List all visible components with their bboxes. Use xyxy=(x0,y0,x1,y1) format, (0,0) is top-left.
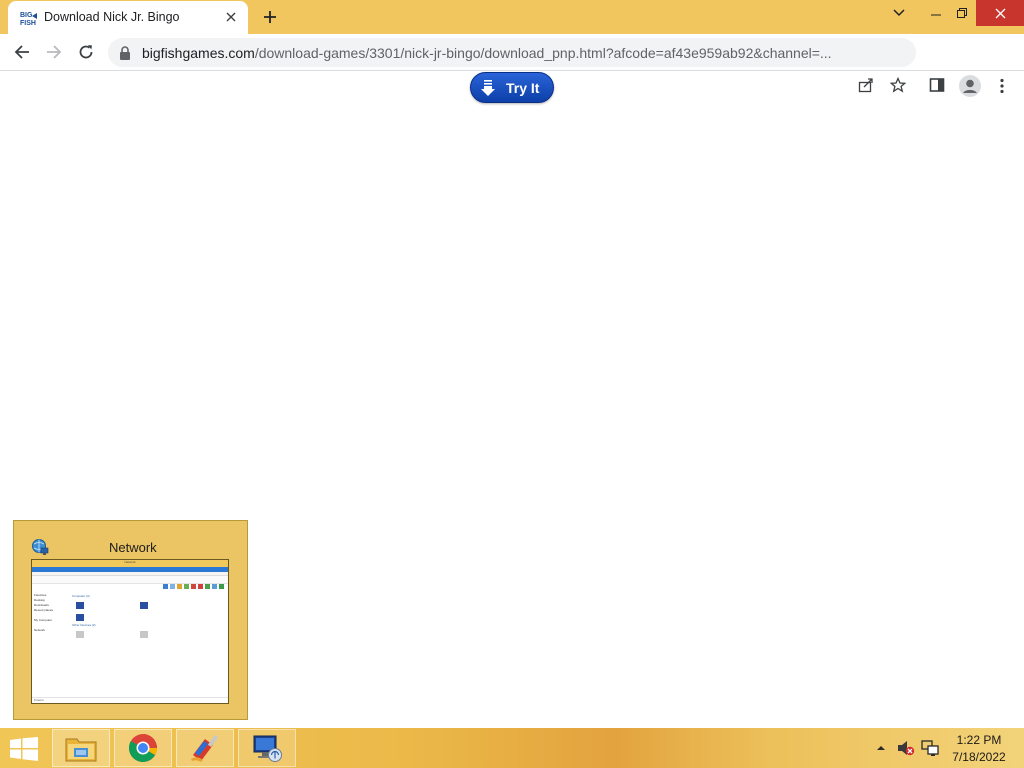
try-it-button[interactable]: Try It xyxy=(470,72,554,103)
chevron-down-icon xyxy=(893,9,905,17)
thumbnail-title: Network xyxy=(109,540,157,555)
thumbnail-window-snapshot: Network Favorites Desktop Downloads Rece… xyxy=(31,559,229,704)
mini-toolbar xyxy=(163,584,224,590)
mini-group-other: Other Devices (2) xyxy=(72,623,96,627)
mini-computer-item xyxy=(76,614,84,621)
bookmark-button[interactable] xyxy=(887,72,909,98)
mini-group-computers: Computer (3) xyxy=(72,594,90,598)
network-icon xyxy=(253,735,282,762)
browser-menu-button[interactable] xyxy=(994,74,1010,98)
forward-button[interactable] xyxy=(40,38,68,66)
windows-start-icon[interactable] xyxy=(10,737,38,761)
lock-icon[interactable] xyxy=(118,45,132,61)
mini-navigation-pane: Favorites Desktop Downloads Recent place… xyxy=(34,593,68,693)
mini-computer-item xyxy=(76,602,84,609)
arrow-right-icon xyxy=(47,45,62,59)
network-icon xyxy=(32,539,49,555)
mini-nav-item: Network xyxy=(34,628,46,632)
share-button[interactable] xyxy=(855,72,877,98)
tab-title: Download Nick Jr. Bingo xyxy=(44,10,180,24)
url-path: /download-games/3301/nick-jr-bingo/downl… xyxy=(254,45,832,61)
arrow-left-icon xyxy=(14,45,29,59)
new-tab-button[interactable] xyxy=(258,6,282,28)
volume-muted-icon[interactable] xyxy=(897,740,915,756)
tab-strip: BIG FISH Download Nick Jr. Bingo xyxy=(0,0,1024,34)
mini-computer-item xyxy=(140,602,148,609)
taskbar-file-explorer[interactable] xyxy=(52,729,110,767)
share-icon xyxy=(858,78,873,93)
minimize-icon xyxy=(931,14,941,16)
taskbar-chrome[interactable] xyxy=(114,729,172,767)
close-window-button[interactable] xyxy=(976,0,1024,26)
close-icon xyxy=(995,8,1005,18)
chrome-icon xyxy=(129,734,157,762)
address-bar[interactable]: bigfishgames.com/download-games/3301/nic… xyxy=(108,38,916,67)
star-icon xyxy=(890,77,906,93)
mini-device-item xyxy=(140,631,148,638)
bigfish-logo-icon: BIG FISH xyxy=(20,10,38,26)
mini-address-bar xyxy=(32,576,228,584)
try-it-label: Try It xyxy=(506,79,540,96)
network-tray-icon[interactable] xyxy=(921,740,939,756)
kebab-menu-icon xyxy=(1000,78,1004,94)
mini-status-bar: 5 items xyxy=(32,697,228,703)
windows-taskbar xyxy=(0,728,1024,768)
back-button[interactable] xyxy=(8,38,36,66)
clock-time[interactable]: 1:22 PM xyxy=(944,733,1014,747)
file-explorer-icon xyxy=(65,738,97,762)
mini-content-pane: Computer (3) Other Devices (2) xyxy=(72,593,222,693)
svg-text:BIG: BIG xyxy=(20,12,33,19)
reload-button[interactable] xyxy=(72,38,100,66)
profile-icon[interactable] xyxy=(958,74,982,98)
tab-close-icon[interactable] xyxy=(222,8,240,26)
side-panel-button[interactable] xyxy=(926,72,948,98)
taskbar-thumbnail-preview[interactable]: Network Network Favorites Desktop Downlo… xyxy=(13,520,248,720)
mini-window-title: Network xyxy=(32,560,228,567)
plus-icon xyxy=(264,11,276,23)
side-panel-icon xyxy=(929,78,945,92)
mini-device-item xyxy=(76,631,84,638)
minimize-button[interactable] xyxy=(924,0,948,26)
taskbar-network[interactable] xyxy=(238,729,296,767)
url-host: bigfishgames.com xyxy=(142,45,255,61)
tab-search-button[interactable] xyxy=(886,0,912,26)
ccleaner-icon xyxy=(191,734,219,762)
restore-icon xyxy=(957,8,967,18)
reload-icon xyxy=(79,45,93,59)
download-arrow-icon xyxy=(481,79,495,96)
url-text[interactable]: bigfishgames.com/download-games/3301/nic… xyxy=(142,45,832,61)
clock-date[interactable]: 7/18/2022 xyxy=(944,750,1014,764)
chevron-up-icon[interactable] xyxy=(876,744,886,752)
taskbar-ccleaner[interactable] xyxy=(176,729,234,767)
svg-text:FISH: FISH xyxy=(20,20,36,26)
browser-toolbar: bigfishgames.com/download-games/3301/nic… xyxy=(0,34,1024,97)
restore-button[interactable] xyxy=(950,0,974,26)
browser-tab[interactable]: BIG FISH Download Nick Jr. Bingo xyxy=(8,1,248,34)
